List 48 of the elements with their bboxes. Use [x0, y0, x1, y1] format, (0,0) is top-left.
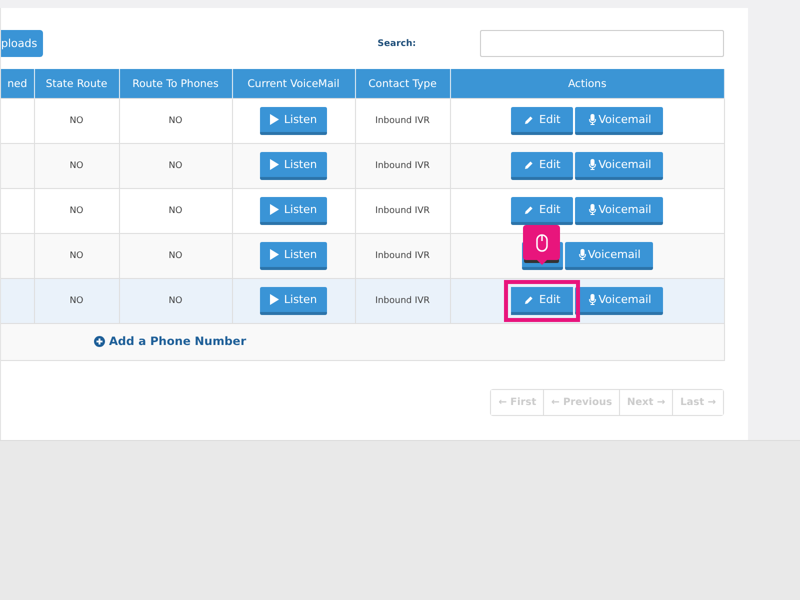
- edit-button[interactable]: Edit: [511, 152, 574, 180]
- listen-button[interactable]: Listen: [260, 287, 327, 315]
- table-cell: NO: [34, 144, 119, 188]
- microphone-icon: [589, 159, 596, 170]
- table-cell: Inbound IVR: [355, 144, 450, 188]
- edit-button[interactable]: Edit: [511, 107, 574, 135]
- listen-button[interactable]: Listen: [260, 152, 327, 180]
- table-cell: NO: [119, 234, 232, 278]
- column-header: Route To Phones: [119, 69, 232, 98]
- listen-button[interactable]: Listen: [260, 242, 327, 270]
- mouse-icon: [536, 234, 548, 252]
- listen-button[interactable]: Listen: [260, 197, 327, 225]
- microphone-icon: [589, 204, 596, 215]
- pencil-icon: [524, 294, 534, 304]
- play-icon: [270, 159, 280, 170]
- column-header: Contact Type: [355, 69, 450, 98]
- play-icon: [270, 249, 280, 260]
- voicemail-button[interactable]: Voicemail: [564, 242, 653, 270]
- microphone-icon: [589, 114, 596, 125]
- table-cell: NO: [34, 234, 119, 278]
- edit-button[interactable]: Edit: [511, 197, 574, 225]
- table-cell: NO: [34, 278, 119, 324]
- column-header: State Route: [34, 69, 119, 98]
- play-icon: [270, 294, 280, 305]
- search-field[interactable]: [480, 30, 724, 57]
- microphone-icon: [578, 249, 586, 260]
- voicemail-button[interactable]: Voicemail: [575, 197, 664, 225]
- pencil-icon: [524, 160, 534, 170]
- voicemail-button[interactable]: Voicemail: [575, 287, 664, 315]
- play-icon: [270, 114, 280, 125]
- column-header: Current VoiceMail: [232, 69, 355, 98]
- column-header: ned: [1, 69, 34, 98]
- plus-circle-icon: [94, 336, 105, 347]
- voicemail-button[interactable]: Voicemail: [575, 107, 664, 135]
- microphone-icon: [589, 294, 596, 305]
- table-cell: NO: [119, 144, 232, 188]
- voicemail-button[interactable]: Voicemail: [575, 152, 664, 180]
- listen-button[interactable]: Listen: [260, 107, 327, 135]
- pencil-icon: [524, 204, 534, 214]
- table-cell: Inbound IVR: [355, 278, 450, 324]
- table-cell: Inbound IVR: [355, 234, 450, 278]
- uploads-button[interactable]: ploads: [1, 30, 44, 57]
- search-label: Search:: [378, 38, 416, 48]
- pencil-icon: [524, 114, 534, 124]
- play-icon: [270, 204, 280, 215]
- add-phone-number-link[interactable]: Add a Phone Number: [94, 334, 246, 348]
- table-cell: NO: [119, 278, 232, 324]
- column-header: Actions: [450, 69, 724, 98]
